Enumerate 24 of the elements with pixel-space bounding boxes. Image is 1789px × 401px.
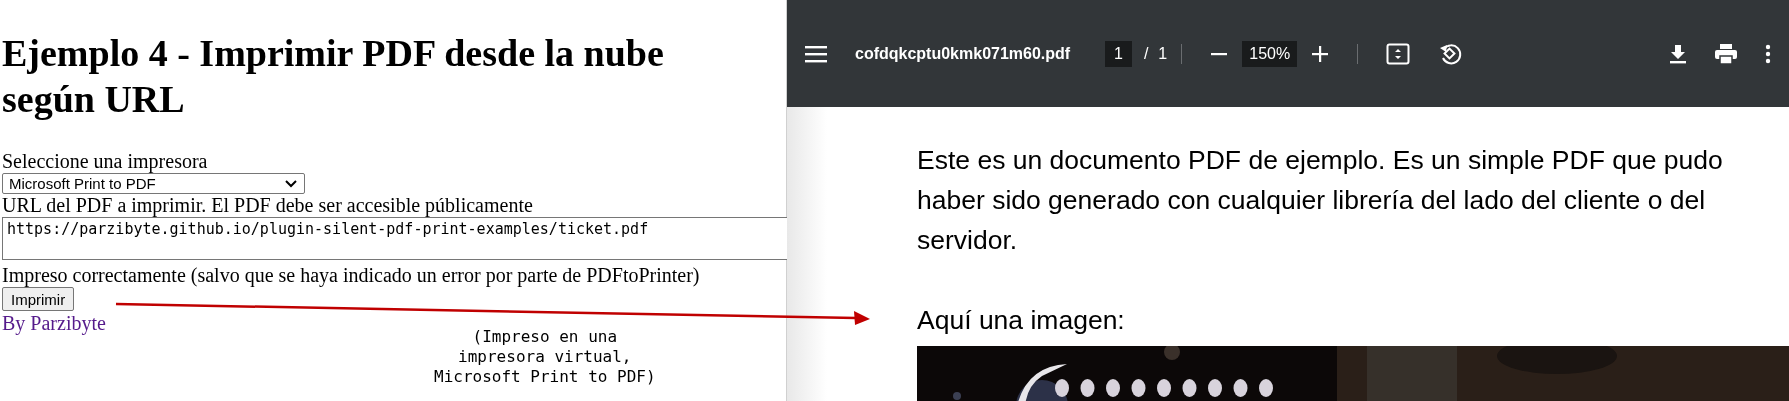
fit-page-icon[interactable] [1386, 42, 1411, 65]
document-paragraph: Aquí una imagen: [917, 304, 1126, 337]
download-icon[interactable] [1669, 43, 1687, 64]
zoom-in-icon[interactable] [1311, 44, 1330, 63]
page-number-field[interactable]: 1 [1105, 40, 1132, 67]
page-heading: Ejemplo 4 - Imprimir PDF desde la nube según URL [2, 31, 665, 122]
status-text: Impreso correctamente (salvo que se haya indicado un error por parte de PDFtoPrinter) [2, 264, 700, 287]
menu-icon[interactable] [805, 44, 827, 63]
field-label: URL del PDF a imprimir. El PDF debe ser accesible públicamente [2, 194, 533, 217]
zoom-field[interactable]: 150% [1242, 40, 1298, 67]
annotation-note: (Impreso en una impresora virtual, Microsoft Print to PDF) [434, 327, 656, 387]
printer-icon[interactable] [1715, 43, 1737, 64]
page-separator: / [1143, 44, 1149, 63]
page-count: 1 [1158, 44, 1168, 63]
field-label: Seleccione una impresora [2, 150, 208, 173]
chevron-icon [284, 178, 298, 189]
rotate-icon[interactable] [1438, 41, 1463, 66]
more-icon[interactable] [1765, 43, 1771, 64]
printer-select[interactable]: Microsoft Print to PDF [2, 173, 305, 194]
file-name: cofdqkcptu0kmk071m60.pdf [855, 44, 1072, 63]
print-button[interactable]: Imprimir [2, 287, 75, 311]
author-link[interactable]: By Parzibyte [2, 312, 106, 335]
document-paragraph: Este es un documento PDF de ejemplo. Es un simple PDF que pudo haber sido generado con cualquier librería del lado del cliente o del servidor. [917, 144, 1724, 257]
url-field[interactable]: https://parzibyte.github.io/plugin-silent-pdf-print-examples/ticket.pdf [2, 217, 788, 260]
